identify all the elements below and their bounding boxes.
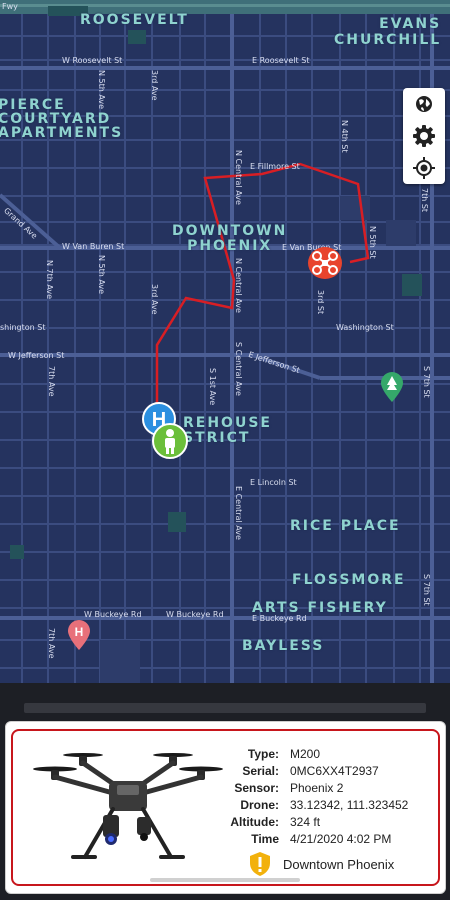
street-label: N Central Ave — [234, 258, 243, 313]
map-view[interactable]: ROOSEVELT EVANS CHURCHILL PIERCE COURTYA… — [0, 0, 450, 683]
street-label: E Buckeye Rd — [252, 614, 307, 623]
drone-image — [33, 753, 223, 859]
hospital-pin[interactable]: H — [68, 620, 90, 655]
street-label: 3rd Ave — [150, 284, 159, 315]
street-label: N 5th Ave — [97, 70, 106, 110]
street-label: 7th St — [420, 188, 429, 213]
detail-value: Phoenix 2 — [290, 781, 344, 795]
drone-marker-icon — [308, 247, 342, 279]
detail-label: Altitude: — [230, 815, 279, 829]
street-label: Fwy — [2, 2, 18, 11]
detail-value: 324 ft — [290, 815, 321, 829]
gear-icon — [413, 125, 435, 147]
drone-details-border: Type: M200 Serial: 0MC6XX4T2937 Sensor: … — [11, 729, 440, 886]
street-label: N 4th St — [340, 120, 349, 153]
district-label-flossmore: FLOSSMORE — [292, 572, 406, 588]
park-pin[interactable] — [381, 372, 403, 407]
street-label: N 5th St — [368, 226, 377, 259]
settings-button[interactable] — [403, 120, 445, 152]
street-label: E Central Ave — [234, 486, 243, 540]
detail-label: Drone: — [240, 798, 279, 812]
street-label: 3rd Ave — [150, 70, 159, 101]
detail-value: 4/21/2020 4:02 PM — [290, 832, 392, 846]
street-label: shington St — [0, 323, 46, 332]
detail-value: M200 — [290, 747, 321, 761]
district-label-bayless: BAYLESS — [242, 638, 325, 654]
pilot-marker[interactable] — [152, 423, 188, 464]
street-label: S 7th St — [422, 366, 431, 398]
locate-icon — [413, 157, 435, 179]
street-label: W Buckeye Rd — [84, 610, 142, 619]
globe-icon — [416, 96, 432, 112]
hospital-pin-icon: H — [68, 620, 90, 650]
home-indicator — [150, 878, 300, 882]
district-label-roosevelt: ROOSEVELT — [80, 12, 189, 28]
warning-shield-icon — [250, 852, 270, 876]
district-label-evans-churchill: EVANS CHURCHILL — [334, 16, 442, 48]
person-marker-icon — [152, 423, 188, 459]
map-controls — [403, 88, 445, 184]
sheet-drag-handle[interactable] — [24, 703, 426, 713]
street-label: N Central Ave — [234, 150, 243, 205]
street-label: W Van Buren St — [62, 242, 125, 251]
street-label: E Fillmore St — [250, 162, 300, 171]
street-label: S Central Ave — [234, 342, 243, 396]
drone-marker[interactable] — [308, 247, 342, 284]
street-label: 7th Ave — [47, 628, 56, 659]
hospital-pin-label: H — [75, 625, 84, 639]
detail-value: 0MC6XX4T2937 — [290, 764, 379, 778]
street-label: N 7th Ave — [45, 260, 54, 300]
detail-label: Sensor: — [234, 781, 279, 795]
district-label-rice-place: RICE PLACE — [290, 518, 401, 534]
detail-value: 33.12342, 111.323452 — [290, 798, 409, 812]
street-label: S 7th St — [422, 574, 431, 606]
street-label: E Roosevelt St — [252, 56, 310, 65]
drone-details-card[interactable]: Type: M200 Serial: 0MC6XX4T2937 Sensor: … — [5, 721, 446, 894]
location-label: Downtown Phoenix — [283, 856, 395, 872]
street-label: W Jefferson St — [8, 351, 65, 360]
street-label: 7th Ave — [47, 366, 56, 397]
detail-label: Serial: — [242, 764, 279, 778]
street-label: E Lincoln St — [250, 478, 297, 487]
tree-pin-icon — [381, 372, 403, 402]
street-label: W Roosevelt St — [62, 56, 123, 65]
detail-label: Time — [251, 832, 279, 846]
street-label: Washington St — [336, 323, 394, 332]
detail-label: Type: — [247, 747, 279, 761]
district-label-warehouse: REHOUSE STRICT — [183, 415, 272, 446]
street-label: N 5th Ave — [97, 255, 106, 295]
street-label: S 1st Ave — [208, 368, 217, 406]
globe-button[interactable] — [403, 88, 445, 120]
street-label: 3rd St — [316, 290, 325, 315]
district-label-downtown-phoenix: DOWNTOWN PHOENIX — [172, 223, 288, 254]
locate-button[interactable] — [403, 152, 445, 184]
street-label: W Buckeye Rd — [166, 610, 224, 619]
location-row: Downtown Phoenix — [249, 851, 394, 877]
